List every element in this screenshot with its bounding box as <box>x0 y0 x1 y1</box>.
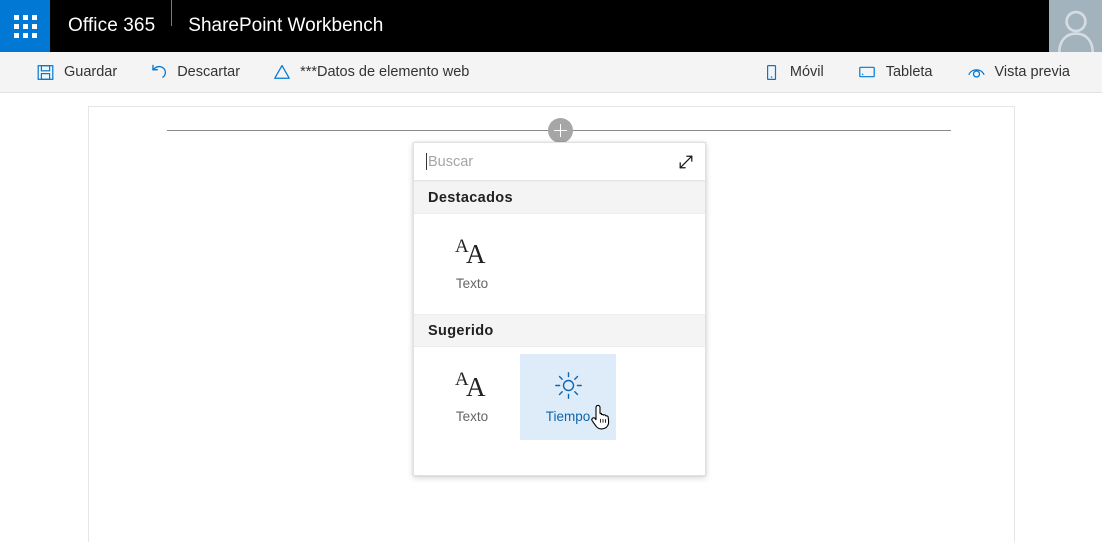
command-bar: Guardar Descartar ***Datos de elemento w… <box>0 52 1102 93</box>
discard-label: Descartar <box>177 64 241 80</box>
command-bar-left-group: Guardar Descartar ***Datos de elemento w… <box>0 57 491 88</box>
webpart-tile-texto-suggested[interactable]: A A Texto <box>424 354 520 440</box>
section-header-suggested: Sugerido <box>414 314 705 347</box>
discard-button[interactable]: Descartar <box>139 57 250 88</box>
text-aa-icon: A A <box>455 236 486 269</box>
app-launcher-waffle-icon <box>13 14 37 38</box>
add-webpart-button[interactable] <box>548 118 573 143</box>
command-bar-right-group: Móvil Tableta Vista previa <box>738 57 1102 88</box>
save-icon <box>36 63 55 82</box>
section-header-featured-label: Destacados <box>428 189 513 206</box>
weather-sun-icon <box>554 370 583 400</box>
tablet-view-label: Tableta <box>885 64 933 80</box>
webpart-tile-label: Texto <box>455 409 489 424</box>
app-title: SharePoint Workbench <box>188 0 383 52</box>
webpart-picker-panel: Destacados A A Texto Sugerido A A Texto <box>413 142 706 476</box>
save-button[interactable]: Guardar <box>26 57 127 88</box>
webpart-tile-tiempo[interactable]: Tiempo <box>520 354 616 440</box>
undo-icon <box>149 63 168 82</box>
mobile-view-button[interactable]: Móvil <box>752 57 834 88</box>
suite-bar-divider <box>171 0 173 26</box>
triangle-icon <box>272 63 291 82</box>
webpart-tile-label: Texto <box>455 276 489 291</box>
app-title-label: SharePoint Workbench <box>188 15 384 36</box>
suite-bar: Office 365 SharePoint Workbench <box>0 0 1102 52</box>
text-caret <box>426 153 427 170</box>
tablet-view-button[interactable]: Tableta <box>848 57 943 88</box>
featured-tile-grid: A A Texto <box>414 214 705 314</box>
section-header-suggested-label: Sugerido <box>428 322 494 339</box>
webpart-data-button[interactable]: ***Datos de elemento web <box>262 57 479 88</box>
tablet-icon <box>858 63 877 82</box>
webpart-tile-label: Tiempo <box>545 409 591 424</box>
mobile-icon <box>762 63 781 82</box>
app-launcher-button[interactable] <box>0 0 50 52</box>
picker-search-row <box>414 143 705 181</box>
preview-label: Vista previa <box>994 64 1071 80</box>
suggested-tile-grid: A A Texto Tiempo <box>414 347 705 447</box>
office-brand-link[interactable]: Office 365 <box>50 0 155 52</box>
expand-diagonal-icon[interactable] <box>675 151 697 173</box>
avatar[interactable] <box>1049 0 1102 52</box>
section-header-featured: Destacados <box>414 181 705 214</box>
search-input[interactable] <box>428 153 675 170</box>
webpart-data-label: ***Datos de elemento web <box>300 64 470 80</box>
mobile-view-label: Móvil <box>789 64 824 80</box>
office-brand-label: Office 365 <box>68 15 156 36</box>
preview-eye-icon <box>967 63 986 82</box>
text-aa-icon: A A <box>455 369 486 402</box>
save-label: Guardar <box>64 64 118 80</box>
preview-button[interactable]: Vista previa <box>957 57 1081 88</box>
user-avatar-icon <box>1057 10 1094 52</box>
webpart-tile-texto-featured[interactable]: A A Texto <box>424 221 520 307</box>
